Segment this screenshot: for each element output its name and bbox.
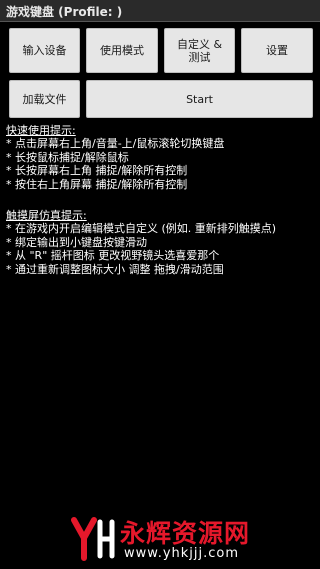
watermark-url: www.yhkjjj.com [124,546,240,561]
start-button[interactable]: Start [86,80,313,118]
input-device-label: 输入设备 [22,44,67,57]
quick-tip-line: * 长按屏幕右上角 捕捉/解除所有控制 [6,164,188,178]
title-bar: 游戏键盘 (Profile: ) [0,0,320,22]
touch-tip-line: * 在游戏内开启编辑模式自定义 (例如. 重新排列触摸点) [6,222,277,236]
quick-tips-section: 快速使用提示: * 点击屏幕右上角/音量-上/鼠标滚轮切换键盘 * 长按鼠标捕捉… [6,124,318,191]
settings-button[interactable]: 设置 [241,28,313,73]
site-watermark: 永辉资源网 www.yhkjjj.com [70,514,320,562]
watermark-logo-icon [71,517,115,561]
custom-test-label-line1: 自定义 & [176,37,223,51]
watermark-site-name: 永辉资源网 [120,519,251,548]
touch-tips-section: 触摸屏仿真提示: * 在游戏内开启编辑模式自定义 (例如. 重新排列触摸点) *… [6,209,318,276]
input-device-button[interactable]: 输入设备 [9,28,80,73]
quick-tip-line: * 按住右上角屏幕 捕捉/解除所有控制 [6,177,188,191]
settings-label: 设置 [266,44,288,57]
use-mode-label: 使用模式 [100,44,144,57]
load-file-button[interactable]: 加载文件 [9,80,80,118]
touch-tip-line: * 绑定输出到小键盘按键滑动 [6,235,147,249]
quick-tips-heading: 快速使用提示: [6,124,76,137]
use-mode-button[interactable]: 使用模式 [86,28,158,73]
load-file-label: 加载文件 [22,92,67,106]
quick-tip-line: * 点击屏幕右上角/音量-上/鼠标滚轮切换键盘 [6,137,225,151]
custom-test-label-line2: 测试 [188,50,211,64]
touch-tips-heading: 触摸屏仿真提示: [6,209,87,222]
quick-tip-line: * 长按鼠标捕捉/解除鼠标 [6,150,129,164]
touch-tip-line: * 通过重新调整图标大小 调整 拖拽/滑动范围 [6,262,224,276]
window-title: 游戏键盘 (Profile: ) [6,5,123,19]
start-label: Start [186,92,213,106]
custom-test-button[interactable]: 自定义 & 测试 [164,28,235,73]
touch-tip-line: * 从 "R" 摇杆图标 更改视野镜头选喜爱那个 [6,249,220,263]
